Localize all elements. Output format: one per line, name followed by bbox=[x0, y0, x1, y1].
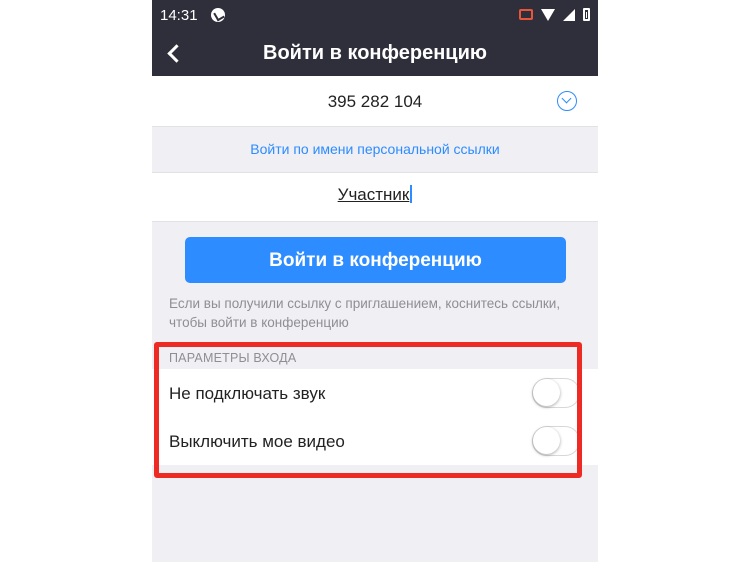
toggle-knob bbox=[533, 379, 560, 406]
option-row-no-audio[interactable]: Не подключать звук bbox=[152, 369, 598, 418]
personal-link-button[interactable]: Войти по имени персональной ссылки bbox=[152, 141, 598, 157]
option-label-no-audio: Не подключать звук bbox=[169, 384, 326, 403]
meeting-id-input[interactable]: 395 282 104 bbox=[152, 92, 598, 112]
video-off-toggle[interactable] bbox=[532, 426, 580, 456]
status-bar: 14:31 bbox=[152, 0, 598, 32]
status-icons bbox=[519, 8, 590, 21]
app-bar: Войти в конференцию bbox=[152, 32, 598, 76]
join-meeting-button[interactable]: Войти в конференцию bbox=[185, 237, 566, 283]
app-notification-icon bbox=[211, 8, 225, 22]
meeting-id-row[interactable]: 395 282 104 bbox=[152, 76, 598, 127]
no-audio-toggle[interactable] bbox=[532, 378, 580, 408]
signal-icon bbox=[563, 8, 575, 21]
join-options-header: ПАРАМЕТРЫ ВХОДА bbox=[169, 351, 297, 365]
status-time: 14:31 bbox=[160, 7, 198, 24]
wifi-icon bbox=[541, 8, 555, 21]
option-label-video-off: Выключить мое видео bbox=[169, 432, 345, 451]
display-name-value: Участник bbox=[337, 185, 410, 204]
page-title: Войти в конференцию bbox=[263, 42, 487, 64]
name-row[interactable]: Участник bbox=[152, 172, 598, 222]
battery-icon bbox=[583, 8, 590, 21]
text-caret bbox=[410, 185, 413, 203]
chevron-down-circle-icon[interactable] bbox=[557, 91, 577, 111]
display-name-field[interactable]: Участник bbox=[152, 185, 598, 205]
option-row-video-off[interactable]: Выключить мое видео bbox=[152, 417, 598, 465]
phone-screen: 14:31 Войти в конференцию 395 282 104 Во… bbox=[152, 0, 598, 562]
join-hint-text: Если вы получили ссылку с приглашением, … bbox=[169, 296, 561, 330]
cast-icon bbox=[519, 9, 533, 20]
toggle-knob bbox=[533, 427, 560, 454]
